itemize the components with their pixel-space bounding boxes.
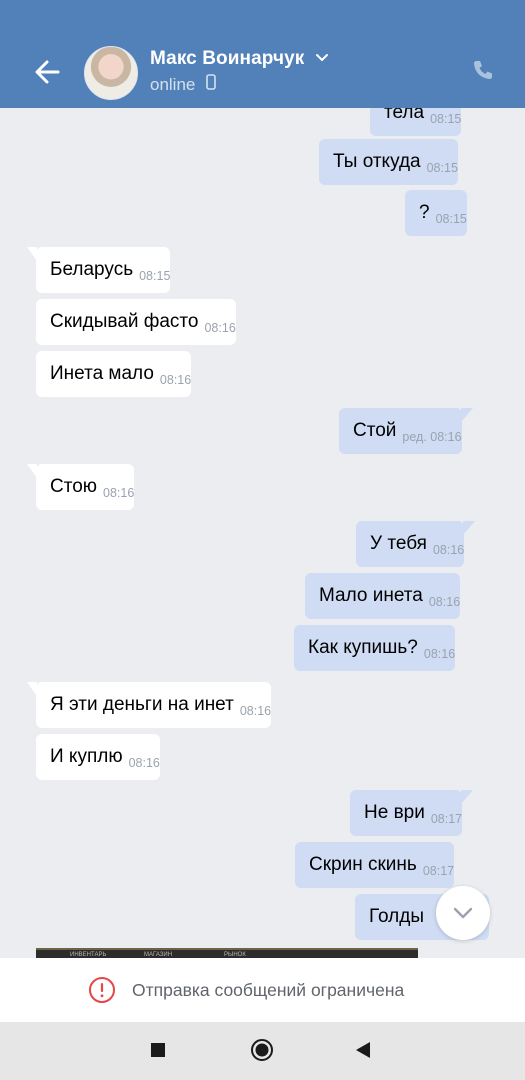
call-button[interactable] <box>471 58 495 82</box>
circle-icon <box>251 1039 273 1061</box>
message-text: Голды <box>369 906 424 927</box>
message-text: Беларусь <box>50 259 134 280</box>
message-time: 08:16 <box>432 543 465 557</box>
message-bubble[interactable]: тела 08:15 <box>370 108 462 136</box>
message-bubble[interactable]: Я эти деньги на инет 08:16 <box>27 682 272 728</box>
message-text: И куплю <box>50 746 123 767</box>
message-text: Стой <box>353 420 397 441</box>
chevron-down-icon <box>453 907 473 919</box>
back-button[interactable] <box>30 54 66 90</box>
mobile-phone-icon <box>206 73 216 95</box>
bubble-tail <box>27 464 37 478</box>
message-bubble[interactable]: Мало инета 08:16 <box>305 573 461 619</box>
message-text: ? <box>419 202 430 223</box>
chat-title[interactable]: Макс Воинарчук online <box>150 48 329 95</box>
message-bubble[interactable]: Стою 08:16 <box>27 464 135 510</box>
message-text: Ты откуда <box>333 151 421 172</box>
message-text: Мало инета <box>319 585 423 606</box>
message-time: 08:16 <box>239 704 272 718</box>
status-bar <box>0 0 525 30</box>
back-nav-button[interactable] <box>355 1041 371 1064</box>
message-text: Скрин скинь <box>309 854 417 875</box>
message-time: 08:15 <box>139 269 171 283</box>
phone-icon <box>474 61 492 79</box>
bubble-tail <box>27 247 37 261</box>
restriction-bar: Отправка сообщений ограничена <box>0 958 525 1022</box>
message-time: 08:16 <box>159 373 192 387</box>
message-text: Не ври <box>364 802 425 823</box>
message-text: Инета мало <box>50 363 154 384</box>
message-text: У тебя <box>370 533 427 554</box>
message-time: 08:15 <box>435 212 467 226</box>
message-time: 08:17 <box>430 812 463 826</box>
message-text: Я эти деньги на инет <box>50 694 234 715</box>
chat-header: Макс Воинарчук online <box>0 30 525 108</box>
message-bubble[interactable]: Не ври 08:17 <box>350 790 474 836</box>
message-time: 08:15 <box>426 161 458 175</box>
bubble-tail <box>463 521 476 535</box>
message-time: 08:15 <box>430 112 462 126</box>
scroll-down-button[interactable] <box>436 886 490 940</box>
message-time: 08:16 <box>204 321 236 335</box>
message-text: тела <box>384 108 425 123</box>
message-time: 08:16 <box>128 756 160 770</box>
message-bubble[interactable]: У тебя 08:16 <box>356 521 476 567</box>
message-bubble[interactable]: Скрин скинь 08:17 <box>295 842 455 888</box>
home-button[interactable] <box>250 1038 274 1067</box>
message-time: ред. 08:16 <box>402 430 462 444</box>
message-text: Стою <box>50 476 98 497</box>
bubble-tail <box>27 682 37 696</box>
chevron-down-icon <box>315 53 328 62</box>
avatar[interactable] <box>84 46 138 100</box>
exclamation-circle-icon <box>89 977 115 1003</box>
message-bubble[interactable]: Беларусь 08:15 <box>27 247 171 293</box>
square-icon <box>151 1043 165 1057</box>
recent-apps-button[interactable] <box>150 1042 166 1063</box>
online-status: online <box>150 75 196 94</box>
message-text: Как купишь? <box>308 637 418 658</box>
arrow-left-icon <box>35 60 60 84</box>
message-bubble[interactable]: Скидывай фасто 08:16 <box>36 299 236 345</box>
bubble-tail <box>460 408 473 422</box>
message-bubble[interactable]: Ты откуда 08:15 <box>319 139 458 185</box>
message-bubble[interactable]: И куплю 08:16 <box>36 734 160 780</box>
message-text: Скидывай фасто <box>50 311 199 332</box>
message-bubble[interactable]: Как купишь? 08:16 <box>294 625 456 671</box>
message-time: 08:16 <box>423 647 456 661</box>
message-bubble[interactable]: Стой ред. 08:16 <box>339 408 473 454</box>
message-time: 08:16 <box>103 486 135 500</box>
message-bubble[interactable]: Инета мало 08:16 <box>36 351 192 397</box>
contact-name: Макс Воинарчук <box>150 48 305 69</box>
message-time: 08:16 <box>428 595 461 609</box>
message-time: 08:17 <box>422 864 455 878</box>
triangle-back-icon <box>356 1042 370 1058</box>
message-bubble[interactable]: ? 08:15 <box>405 190 467 236</box>
system-nav-bar <box>0 1022 525 1080</box>
message-list[interactable]: тела 08:15 Ты откуда 08:15 ? 08:15 Беларусь… <box>0 108 525 958</box>
restriction-text: Отправка сообщений ограничена <box>132 979 405 1000</box>
bubble-tail <box>461 790 474 804</box>
